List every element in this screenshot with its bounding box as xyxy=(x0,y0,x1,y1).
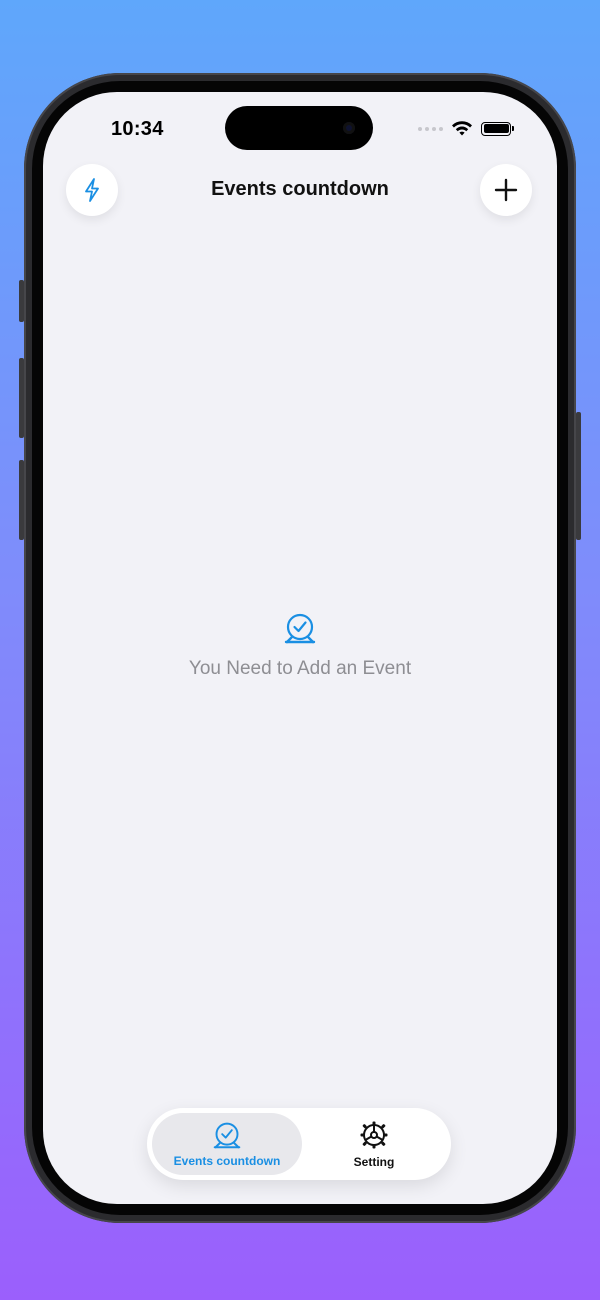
tab-bar: Events countdown Setting xyxy=(147,1108,451,1180)
wifi-icon xyxy=(452,121,472,136)
empty-state: You Need to Add an Event xyxy=(43,612,557,680)
add-event-button[interactable] xyxy=(480,164,532,216)
dynamic-island xyxy=(225,106,373,150)
status-time: 10:34 xyxy=(111,118,164,140)
volume-up-button xyxy=(19,358,24,438)
app-screen: 10:34 Events countdown You Need to Add a… xyxy=(43,92,557,1204)
tab-setting[interactable]: Setting xyxy=(302,1113,446,1175)
power-button xyxy=(576,412,581,540)
alarm-clock-icon xyxy=(284,613,316,644)
silent-switch xyxy=(19,280,24,322)
cellular-signal-icon xyxy=(418,126,443,131)
volume-down-button xyxy=(19,460,24,540)
front-camera xyxy=(343,122,355,134)
empty-state-message: You Need to Add an Event xyxy=(188,658,412,679)
battery-icon xyxy=(481,121,514,136)
alarm-clock-icon xyxy=(213,1122,241,1148)
tab-events-countdown[interactable]: Events countdown xyxy=(152,1113,302,1175)
tab-label: Setting xyxy=(353,1154,395,1169)
plus-icon xyxy=(494,178,518,202)
tab-label: Events countdown xyxy=(173,1153,281,1168)
gear-icon xyxy=(360,1121,388,1148)
status-indicators xyxy=(418,120,514,137)
